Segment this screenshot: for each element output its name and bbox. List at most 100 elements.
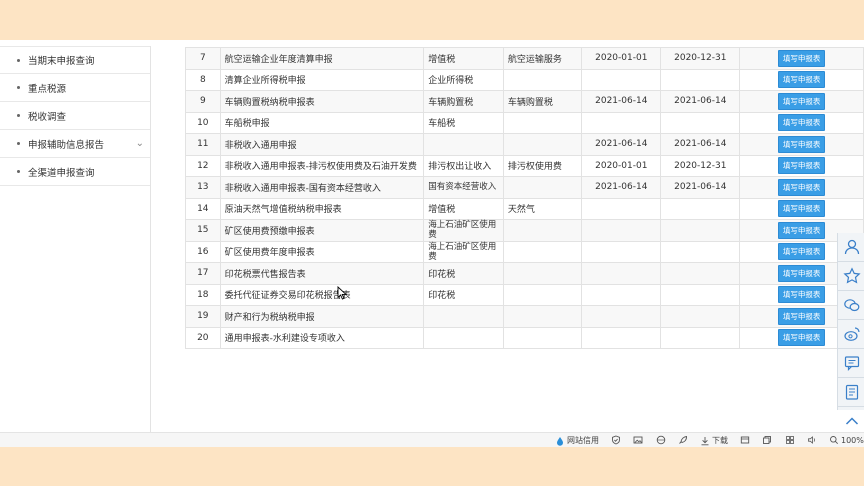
- table-row: 15 矿区使用费预缴申报表 海上石油矿区使用费 填写申报表: [185, 219, 864, 242]
- declaration-name-cell: 财产和行为税纳税申报: [219, 305, 425, 328]
- magnifier-icon: [830, 436, 839, 445]
- tax-item-cell: [502, 219, 583, 242]
- fill-declaration-button[interactable]: 填写申报表: [777, 221, 826, 239]
- sidebar-item-all-channel-query[interactable]: 全渠道申报查询: [0, 158, 150, 186]
- table-row: 17 印花税票代售报告表 印花税 填写申报表: [185, 262, 864, 285]
- fill-declaration-button[interactable]: 填写申报表: [777, 200, 826, 218]
- period-end-cell: [660, 240, 741, 263]
- fill-declaration-button[interactable]: 填写申报表: [777, 286, 826, 304]
- tax-item-cell: 车辆购置税: [502, 90, 583, 113]
- tax-type-cell: [423, 326, 504, 349]
- row-number-cell: 19: [185, 305, 221, 328]
- bullet-icon: [17, 114, 20, 117]
- sidebar-item-key-tax-sources[interactable]: 重点税源: [0, 74, 150, 102]
- tabs-button[interactable]: [740, 435, 750, 445]
- declaration-name-cell: 通用申报表-水利建设专项收入: [219, 326, 425, 349]
- period-start-cell: 2021-06-14: [581, 133, 662, 156]
- tax-item-cell: [502, 305, 583, 328]
- period-start-cell: [581, 262, 662, 285]
- tax-type-cell: 印花税: [423, 262, 504, 285]
- download-icon: [701, 436, 709, 445]
- favorite-button[interactable]: [838, 262, 864, 291]
- period-end-cell: [660, 305, 741, 328]
- sidebar-item-label: 申报辅助信息报告: [28, 139, 105, 151]
- table-row: 8 清算企业所得税申报 企业所得税 填写申报表: [185, 68, 864, 91]
- row-number-cell: 15: [185, 219, 221, 242]
- notice-button[interactable]: [838, 378, 864, 407]
- table-row: 20 通用申报表-水利建设专项收入 填写申报表: [185, 326, 864, 349]
- period-end-cell: [660, 197, 741, 220]
- grid-icon: [786, 436, 794, 444]
- row-number-cell: 12: [185, 154, 221, 177]
- user-service-button[interactable]: [838, 233, 864, 262]
- volume-button[interactable]: [807, 435, 817, 445]
- fill-declaration-button[interactable]: 填写申报表: [777, 264, 826, 282]
- fill-declaration-button[interactable]: 填写申报表: [777, 329, 826, 347]
- download-button[interactable]: 下载: [700, 435, 728, 446]
- mouse-cursor-icon: [337, 286, 347, 300]
- declaration-name-cell: 车船税申报: [219, 111, 425, 134]
- sidebar-item-auxiliary-report[interactable]: 申报辅助信息报告 ⌄: [0, 130, 150, 158]
- declaration-name-cell: 清算企业所得税申报: [219, 68, 425, 91]
- period-end-cell: 2020-12-31: [660, 47, 741, 70]
- fill-declaration-button[interactable]: 填写申报表: [777, 307, 826, 325]
- cleanup-button[interactable]: [762, 435, 772, 445]
- period-start-cell: 2020-01-01: [581, 47, 662, 70]
- water-drop-icon: [557, 436, 563, 446]
- declaration-name-cell: 航空运输企业年度清算申报: [219, 47, 425, 70]
- rocket-icon: [679, 436, 687, 444]
- zoom-control[interactable]: 100%: [829, 435, 864, 445]
- weibo-button[interactable]: [838, 320, 864, 349]
- browser-screen: 当期末申报查询 重点税源 税收调查 申报辅助信息报告 ⌄ 全渠道申报查询 7 航空…: [0, 40, 864, 447]
- window-icon: [740, 436, 750, 444]
- fill-declaration-button[interactable]: 填写申报表: [777, 178, 826, 196]
- floating-toolbar: [837, 233, 864, 436]
- extensions-button[interactable]: [785, 435, 795, 445]
- sidebar-item-current-period-query[interactable]: 当期末申报查询: [0, 46, 150, 74]
- site-credit-label: 网站信用: [567, 436, 599, 445]
- screenshot-button[interactable]: [633, 435, 643, 445]
- period-end-cell: 2020-12-31: [660, 154, 741, 177]
- message-button[interactable]: [838, 349, 864, 378]
- tax-type-cell: 车船税: [423, 111, 504, 134]
- period-start-cell: [581, 240, 662, 263]
- fill-declaration-button[interactable]: 填写申报表: [777, 71, 826, 89]
- image-icon: [633, 436, 643, 444]
- table-row: 12 非税收入通用申报表-排污权使用费及石油开发费 排污权出让收入 排污权使用费 202…: [185, 154, 864, 177]
- bullet-icon: [17, 142, 20, 145]
- shield-button[interactable]: [611, 435, 621, 445]
- speaker-icon: [808, 436, 815, 444]
- download-label: 下载: [712, 436, 728, 445]
- row-number-cell: 20: [185, 326, 221, 349]
- fill-declaration-button[interactable]: 填写申报表: [777, 135, 826, 153]
- fill-declaration-button[interactable]: 填写申报表: [777, 92, 826, 110]
- row-number-cell: 16: [185, 240, 221, 263]
- browser-status-bar: 网站信用 下载 100%: [0, 432, 864, 447]
- fill-declaration-button[interactable]: 填写申报表: [777, 243, 826, 261]
- site-credit-item[interactable]: 网站信用: [555, 435, 599, 446]
- tax-item-cell: [502, 240, 583, 263]
- tax-item-cell: 排污权使用费: [502, 154, 583, 177]
- period-end-cell: [660, 68, 741, 91]
- wechat-icon: [843, 299, 859, 312]
- table-row: 18 委托代征证券交易印花税报告表 印花税 填写申报表: [185, 283, 864, 306]
- table-row: 19 财产和行为税纳税申报 填写申报表: [185, 305, 864, 328]
- fill-declaration-button[interactable]: 填写申报表: [777, 49, 826, 67]
- sidebar-item-tax-survey[interactable]: 税收调查: [0, 102, 150, 130]
- sidebar-item-label: 当期末申报查询: [28, 56, 95, 67]
- wechat-button[interactable]: [838, 291, 864, 320]
- speedup-button[interactable]: [678, 435, 688, 445]
- tax-item-cell: [502, 176, 583, 199]
- translate-button[interactable]: [656, 435, 666, 445]
- message-icon: [844, 356, 859, 371]
- zoom-level: 100%: [841, 435, 864, 445]
- period-start-cell: [581, 283, 662, 306]
- fill-declaration-button[interactable]: 填写申报表: [777, 157, 826, 175]
- fill-declaration-button[interactable]: 填写申报表: [777, 114, 826, 132]
- tax-item-cell: [502, 283, 583, 306]
- row-number-cell: 14: [185, 197, 221, 220]
- declaration-name-cell: 印花税票代售报告表: [219, 262, 425, 285]
- sidebar-item-label: 全渠道申报查询: [28, 167, 95, 179]
- row-number-cell: 18: [185, 283, 221, 306]
- tax-type-cell: 企业所得税: [423, 68, 504, 91]
